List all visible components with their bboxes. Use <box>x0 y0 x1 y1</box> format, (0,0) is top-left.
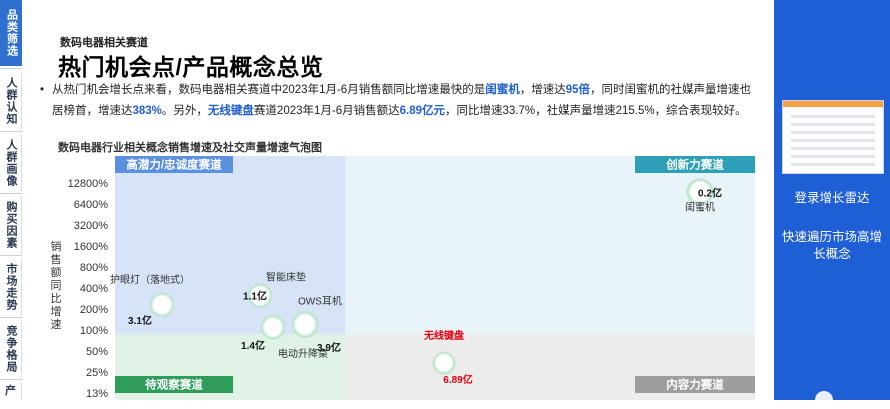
y-axis-label-char: 同 <box>51 280 62 292</box>
y-tick-label: 3200% <box>74 220 108 232</box>
tab-category-filter[interactable]: 品类筛选 <box>0 0 22 66</box>
bubble-name-label: 护眼灯（落地式） <box>110 273 190 286</box>
quadrant-top-right <box>345 156 755 334</box>
thumbnail-row <box>791 131 875 134</box>
bubble-name-label: 智能床垫 <box>266 271 306 284</box>
quadrant-label-bg <box>635 376 755 393</box>
bubble-point <box>432 351 456 375</box>
sidebar-divider <box>0 379 22 380</box>
thumbnail-row <box>791 147 875 150</box>
quadrant-bottom-right <box>345 334 755 400</box>
sidebar: 品类筛选 人群认知 人群画像 购买因素 市场走势 竞争格局 产 <box>0 0 22 400</box>
growth-radar-link[interactable]: 登录增长雷达 <box>774 187 890 206</box>
highlight-product: 闺蜜机 <box>485 84 520 96</box>
quadrant-label: 待观察赛道 <box>145 378 203 392</box>
quadrant-label-bg <box>115 376 233 393</box>
quadrant-label: 内容力赛道 <box>666 378 724 392</box>
sidebar-divider <box>0 255 22 256</box>
highlight-product: 无线键盘 <box>207 105 254 117</box>
bubble-size-label: 1.4亿 <box>241 339 265 352</box>
thumbnail-row <box>791 115 875 118</box>
summary-text: 从热门机会增长点来看，数码电器相关赛道中2023年1月-6月销售额同比增速最快的… <box>52 84 751 117</box>
highlight-value: 6.89亿元 <box>399 105 446 117</box>
quadrant-top-left <box>115 156 345 334</box>
high-growth-concepts-link[interactable]: 快速遍历市场高增长概念 <box>782 229 882 263</box>
y-axis-label-char: 销 <box>51 239 62 253</box>
thumbnail-row <box>791 139 875 142</box>
tab-market-trend[interactable]: 市场走势 <box>0 258 22 316</box>
tab-purchase-factors[interactable]: 购买因素 <box>0 196 22 254</box>
sidebar-divider <box>0 317 22 318</box>
chart-title: 数码电器行业相关概念销售增速及社交声量增速气泡图 <box>58 142 322 154</box>
y-tick-label: 50% <box>86 346 108 358</box>
bubble-point <box>149 292 175 318</box>
tab-crowd-portrait[interactable]: 人群画像 <box>0 134 22 192</box>
bubble-size-label: 6.89亿 <box>443 373 472 386</box>
bubble-name-label: 闺蜜机 <box>685 201 715 214</box>
highlight-value: 95倍 <box>565 84 590 96</box>
highlight-value: 383% <box>132 105 162 117</box>
bubble-name-label: 电动升降桌 <box>278 347 328 360</box>
tab-product[interactable]: 产 <box>0 382 22 400</box>
y-tick-label: 200% <box>80 304 108 316</box>
growth-radar-thumbnail[interactable] <box>782 100 884 174</box>
y-tick-label: 25% <box>86 367 108 379</box>
circle-icon <box>815 391 833 409</box>
thumbnail-row <box>791 155 875 158</box>
thumbnail-row <box>791 163 875 166</box>
sidebar-divider <box>0 68 22 69</box>
y-tick-label: 12800% <box>68 178 109 190</box>
bubble-point <box>247 283 273 309</box>
bubble-size-label: 1.1亿 <box>243 290 267 303</box>
y-axis-label-char: 比 <box>51 292 62 305</box>
y-axis-label-char: 速 <box>51 318 62 331</box>
thumbnail-header-bar <box>783 101 883 107</box>
y-tick-label: 100% <box>80 325 108 337</box>
bubble-name-label: 无线键盘 <box>423 329 464 342</box>
bubble-size-label: 3.1亿 <box>128 314 152 327</box>
summary-paragraph: • 从热门机会增长点来看，数码电器相关赛道中2023年1月-6月销售额同比增速最… <box>40 80 762 122</box>
y-tick-label: 13% <box>86 388 108 400</box>
bubble-size-label: 0.2亿 <box>698 187 722 200</box>
y-tick-label: 400% <box>80 283 108 295</box>
bullet-icon: • <box>40 84 45 96</box>
tab-crowd-cognition[interactable]: 人群认知 <box>0 72 22 130</box>
quadrant-label-bg <box>635 156 755 173</box>
bubble-point <box>291 310 319 338</box>
y-axis-label-char: 增 <box>51 304 62 318</box>
sidebar-divider <box>0 193 22 194</box>
thumbnail-row <box>791 123 875 126</box>
y-axis-label-char: 额 <box>51 266 62 279</box>
y-tick-label: 800% <box>80 262 108 274</box>
y-axis-label-char: 售 <box>51 252 62 266</box>
tab-competition[interactable]: 竞争格局 <box>0 320 22 378</box>
bubble-point <box>260 314 286 340</box>
quadrant-label: 创新力赛道 <box>665 158 724 172</box>
bubble-size-label: 3.9亿 <box>317 341 341 354</box>
page-title: 热门机会点/产品概念总览 <box>58 54 324 80</box>
bubble-name-label: OWS耳机 <box>298 294 342 307</box>
quadrant-label-bg <box>115 156 233 173</box>
bubble-point <box>686 178 714 206</box>
sidebar-divider <box>0 131 22 132</box>
quadrant-bottom-left <box>115 334 345 400</box>
y-tick-label: 6400% <box>74 199 108 211</box>
y-tick-label: 1600% <box>74 241 108 253</box>
quadrant-label: 高潜力/忠诚度赛道 <box>126 158 222 172</box>
